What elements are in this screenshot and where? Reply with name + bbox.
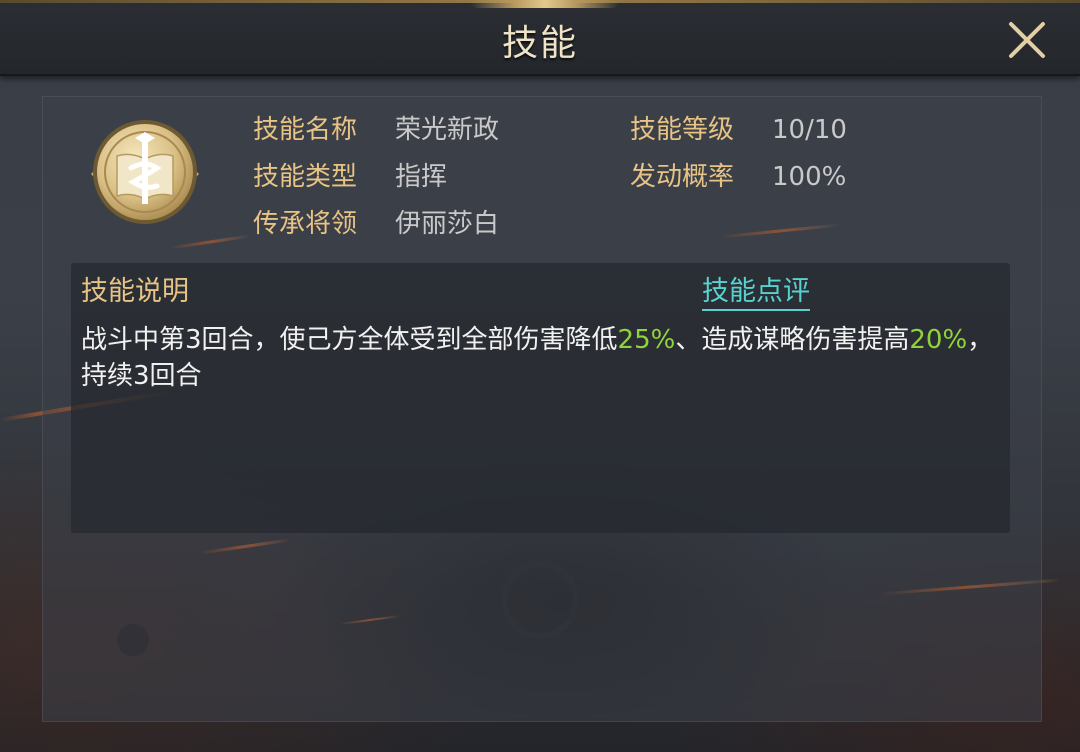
description-part-2: 、造成谋略伤害提高	[675, 325, 910, 355]
damage-reduction-value: 25%	[617, 325, 676, 355]
description-part-1: 战斗中第3回合，使己方全体受到全部伤害降低	[81, 325, 618, 355]
skill-name-label: 技能名称	[253, 115, 358, 145]
strategy-damage-bonus-value: 20%	[909, 325, 968, 355]
skill-level-value: 10/10	[772, 115, 847, 145]
skill-chance-value: 100%	[772, 162, 847, 192]
skill-inherit-value: 伊丽莎白	[395, 209, 500, 239]
page-title: 技能	[501, 23, 578, 64]
skill-level-label: 技能等级	[630, 115, 735, 145]
title-ornament	[470, 0, 620, 8]
scroll-book-emblem-icon	[91, 120, 199, 224]
close-x-icon	[1009, 22, 1045, 58]
skill-type-value: 指挥	[395, 162, 448, 192]
skill-type-label: 技能类型	[253, 162, 358, 192]
description-text: 战斗中第3回合，使己方全体受到全部伤害降低25%、造成谋略伤害提高20%，持续3…	[81, 322, 996, 394]
skill-name-value: 荣光新政	[395, 115, 500, 145]
skill-chance-label: 发动概率	[630, 162, 735, 192]
description-title: 技能说明	[81, 276, 189, 307]
description-box	[71, 263, 1010, 533]
skill-inherit-label: 传承将领	[253, 209, 358, 239]
close-button[interactable]	[1003, 16, 1051, 64]
skill-emblem	[85, 116, 205, 226]
skill-comment-link[interactable]: 技能点评	[702, 275, 810, 311]
